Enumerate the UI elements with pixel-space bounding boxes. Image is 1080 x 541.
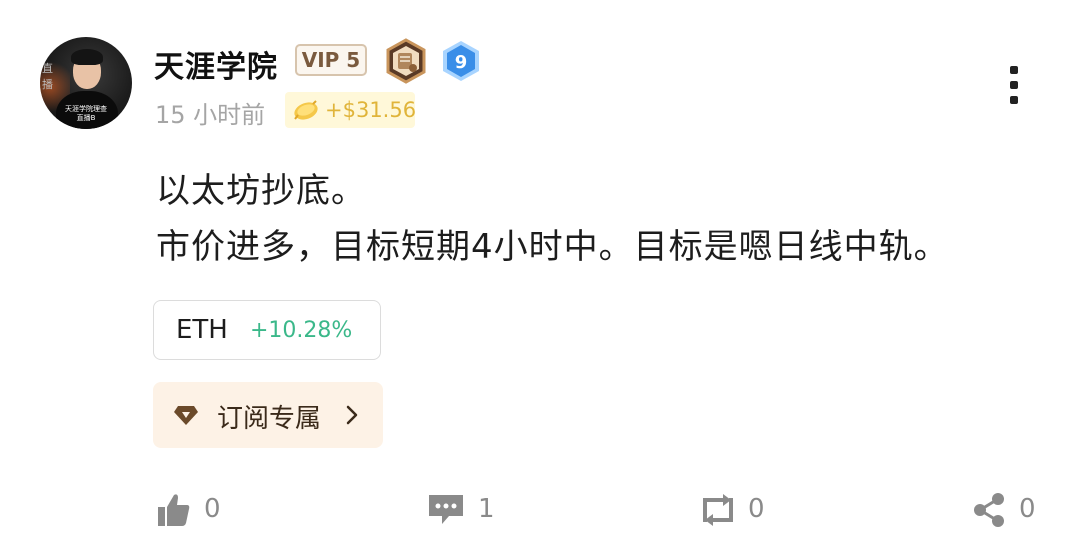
post-line: 市价进多，目标短期4小时中。目标是嗯日线中轨。 xyxy=(156,227,949,267)
share-count: 0 xyxy=(1019,494,1036,524)
avatar-hair xyxy=(71,49,103,65)
more-vertical-icon[interactable] xyxy=(1004,66,1024,110)
avatar[interactable]: 直 播 天涯学院理查 直播B xyxy=(40,37,132,129)
coin-tag[interactable]: ETH +10.28% xyxy=(153,300,381,360)
avatar-caption: 天涯学院理查 直播B xyxy=(65,105,107,122)
vip-badge[interactable]: VIP 5 xyxy=(295,44,367,76)
share-icon xyxy=(974,493,1004,527)
medal-badge-icon[interactable] xyxy=(384,38,428,84)
tip-amount: +$31.56 xyxy=(325,98,417,122)
subscribe-button[interactable]: 订阅专属 xyxy=(153,382,383,448)
coin-tip-icon xyxy=(294,100,318,120)
comment-icon xyxy=(429,495,463,524)
tip-badge[interactable]: +$31.56 xyxy=(285,92,417,128)
post-content: 以太坊抄底。 市价进多，目标短期4小时中。目标是嗯日线中轨。 xyxy=(156,163,949,275)
like-count: 0 xyxy=(204,494,221,524)
coin-symbol: ETH xyxy=(176,315,228,345)
post-card: 直 播 天涯学院理查 直播B 天涯学院 VIP 5 9 15 小时前 +$31.… xyxy=(0,0,1080,541)
chevron-right-icon xyxy=(346,405,358,425)
author-name[interactable]: 天涯学院 xyxy=(154,42,278,86)
post-time: 15 小时前 xyxy=(155,101,266,129)
level-number: 9 xyxy=(455,52,468,73)
repost-icon xyxy=(703,494,733,526)
post-line: 以太坊抄底。 xyxy=(156,171,366,211)
level-badge-icon[interactable]: 9 xyxy=(441,40,481,82)
diamond-icon xyxy=(174,406,198,425)
repost-count: 0 xyxy=(748,494,765,524)
thumbs-up-icon xyxy=(158,494,190,526)
comment-count: 1 xyxy=(478,494,495,524)
coin-change: +10.28% xyxy=(250,318,353,343)
subscribe-label: 订阅专属 xyxy=(217,404,322,434)
avatar-side-text: 直 播 xyxy=(42,62,53,91)
